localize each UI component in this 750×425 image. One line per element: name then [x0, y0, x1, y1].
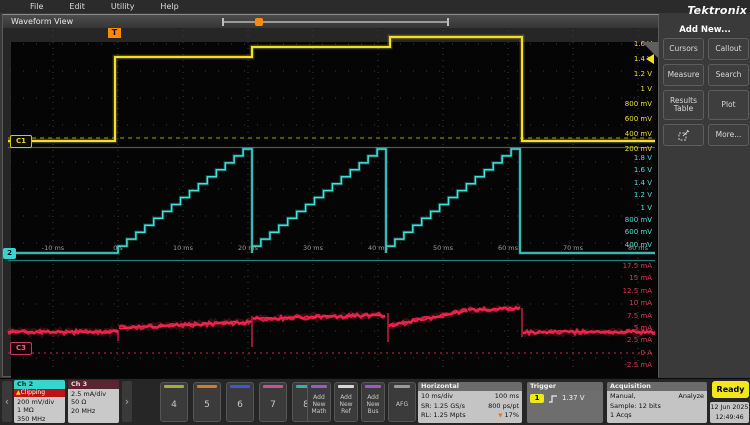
add-button-label: Add New Bus	[366, 394, 380, 415]
trigger-level-arrow[interactable]	[646, 54, 654, 64]
channel-3-bandwidth: 20 MHz	[71, 406, 96, 415]
ready-status-badge: Ready	[712, 381, 749, 398]
add-button-label: AFG	[395, 401, 409, 408]
date-value: 12 Jun 2025	[710, 404, 749, 411]
channel-5-button[interactable]: 5	[193, 382, 221, 422]
scroll-left-button[interactable]: ‹	[2, 381, 12, 422]
afg-button[interactable]: AFG	[388, 382, 416, 422]
acquisition-count: 1 Acqs	[610, 411, 632, 419]
horizontal-scale: 10 ms/div	[421, 392, 454, 400]
waveform-view-header: Waveform View	[3, 15, 658, 28]
menu-bar: File Edit Utility Help	[0, 0, 750, 13]
channel-3-badge[interactable]: Ch 3 2.5 mA/div 50 Ω 20 MHz	[68, 380, 119, 423]
trigger-pos-icon: ▼	[498, 413, 503, 419]
trigger-level-value: 1.37 V	[562, 394, 585, 402]
sidebar-button-measure[interactable]: Measure	[663, 64, 704, 86]
sidebar-button-results-table[interactable]: Results Table	[663, 90, 704, 120]
horizontal-panel[interactable]: Horizontal 10 ms/div 100 ms SR: 1.25 GS/s…	[418, 382, 522, 423]
draw-a-box-icon	[678, 129, 689, 141]
tektronix-logo: Tektronix	[687, 4, 747, 17]
sample-resolution: 800 ps/pt	[488, 401, 519, 410]
record-length: RL: 1.25 Mpts	[421, 411, 466, 419]
sidebar-button-more[interactable]: More...	[708, 124, 749, 146]
channel-3-badge-body: 2.5 mA/div 50 Ω 20 MHz	[68, 389, 119, 423]
add-new-math-button[interactable]: Add New Math	[307, 382, 331, 422]
menu-edit[interactable]: Edit	[69, 2, 85, 11]
waveform-display[interactable]	[11, 42, 658, 390]
acquisition-sample: Sample: 12 bits	[610, 401, 661, 410]
channel-3-marker[interactable]: C3	[10, 342, 32, 355]
channel-7-button[interactable]: 7	[259, 382, 287, 422]
menu-utility[interactable]: Utility	[111, 2, 135, 11]
clipping-warning: ▲Clipping	[14, 389, 65, 397]
slider-right-bracket	[447, 18, 449, 26]
datetime-display: 12 Jun 2025 12:49:46	[710, 402, 749, 423]
channel-1-marker[interactable]: C1	[10, 135, 32, 148]
horizontal-pan-slider[interactable]	[222, 18, 449, 26]
channel-4-button[interactable]: 4	[160, 382, 188, 422]
draw-a-box-button[interactable]	[663, 124, 704, 146]
right-sidebar: Tektronix Add New... Cursors Callout Measu…	[660, 0, 750, 378]
sample-rate: SR: 1.25 GS/s	[421, 401, 465, 410]
acquisition-analyze: Analyze	[678, 392, 704, 400]
add-new-bus-button[interactable]: Add New Bus	[361, 382, 385, 422]
channel-2-scale: 200 mV/div	[17, 398, 55, 406]
add-new-header: Add New...	[679, 25, 731, 35]
waveform-view-panel: Waveform View	[2, 14, 659, 390]
oscilloscope-app: File Edit Utility Help Waveform View 1.6 V1…	[0, 0, 750, 425]
trigger-position-flag[interactable]: T	[108, 28, 121, 38]
channel-3-scale: 2.5 mA/div	[71, 390, 107, 398]
acquisition-mode: Manual,	[610, 392, 636, 400]
menu-file[interactable]: File	[30, 2, 43, 11]
channel-6-button[interactable]: 6	[226, 382, 254, 422]
channel-2-bandwidth: 350 MHz	[17, 414, 46, 423]
add-button-label: Add New Ref	[339, 394, 353, 415]
acquisition-panel[interactable]: Acquisition Manual, Analyze Sample: 12 bi…	[607, 382, 707, 423]
channel-button-label: 4	[171, 399, 177, 410]
scroll-right-button[interactable]: ›	[122, 381, 132, 422]
sidebar-button-cursors[interactable]: Cursors	[663, 38, 704, 60]
horizontal-title: Horizontal	[418, 382, 522, 391]
time-value: 12:49:46	[715, 414, 744, 421]
channel-3-impedance: 50 Ω	[71, 398, 87, 407]
bottom-status-bar: ‹ Ch 2 ▲Clipping 200 mV/div 1 MΩ 350 MHz…	[0, 378, 750, 425]
channel-2-impedance: 1 MΩ	[17, 406, 34, 415]
panel-title: Waveform View	[11, 17, 74, 26]
channel-button-label: 5	[204, 399, 210, 410]
acquisition-title: Acquisition	[607, 382, 707, 391]
slider-left-bracket	[222, 18, 224, 26]
channel-2-badge[interactable]: Ch 2 ▲Clipping 200 mV/div 1 MΩ 350 MHz	[14, 380, 65, 423]
sidebar-button-search[interactable]: Search	[708, 64, 749, 86]
trigger-title: Trigger	[527, 382, 603, 391]
slider-handle[interactable]	[255, 18, 263, 26]
add-new-buttons: Add New Math Add New Ref Add New Bus AFG	[307, 382, 416, 422]
horizontal-body: 10 ms/div 100 ms SR: 1.25 GS/s 800 ps/pt R…	[418, 391, 522, 423]
horizontal-position: 100 ms	[494, 392, 519, 400]
trigger-body: 1 1.37 V	[527, 391, 603, 423]
sidebar-buttons: Cursors Callout Measure Search Results Table…	[663, 38, 749, 146]
trigger-source-chip: 1	[530, 394, 544, 403]
trigger-pos-percent: 17%	[504, 411, 519, 419]
channel-2-badge-title: Ch 2	[14, 380, 65, 389]
channel-2-badge-body: 200 mV/div 1 MΩ 350 MHz	[14, 397, 65, 423]
acquisition-body: Manual, Analyze Sample: 12 bits 1 Acqs	[607, 391, 707, 423]
menu-help[interactable]: Help	[160, 2, 178, 11]
sidebar-button-callout[interactable]: Callout	[708, 38, 749, 60]
rising-edge-icon	[549, 395, 557, 403]
trigger-panel[interactable]: Trigger 1 1.37 V	[527, 382, 603, 423]
channel-2-marker[interactable]: 2	[3, 248, 16, 259]
channel-3-badge-title: Ch 3	[68, 380, 119, 389]
add-new-ref-button[interactable]: Add New Ref	[334, 382, 358, 422]
channel-buttons: 45678	[160, 382, 320, 422]
sidebar-button-plot[interactable]: Plot	[708, 90, 749, 120]
add-button-label: Add New Math	[311, 394, 327, 415]
channel-button-label: 6	[237, 399, 243, 410]
channel-button-label: 7	[270, 399, 276, 410]
